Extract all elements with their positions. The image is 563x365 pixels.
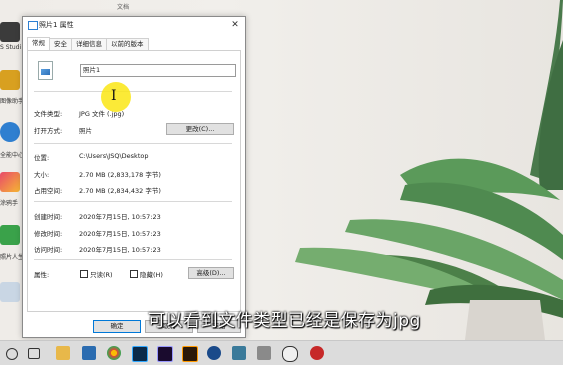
- tab-bar: 常规 安全 详细信息 以前的版本: [27, 37, 149, 50]
- desktop-icon-3[interactable]: [0, 122, 20, 142]
- taskbar: [0, 340, 563, 365]
- close-icon[interactable]: ✕: [229, 19, 241, 31]
- attributes-label: 属性:: [34, 271, 50, 279]
- image-file-icon: [28, 21, 38, 30]
- premiere-icon[interactable]: [157, 346, 173, 362]
- app-icon-gray[interactable]: [257, 346, 271, 360]
- search-icon[interactable]: [6, 348, 18, 360]
- location-value: C:\Users\JSQ\Desktop: [79, 152, 149, 160]
- properties-dialog: 照片1 属性 ✕ 常规 安全 详细信息 以前的版本 照片1 文件类型: JPG …: [22, 16, 246, 338]
- readonly-checkbox[interactable]: [80, 270, 88, 278]
- disk-size-label: 占用空间:: [34, 187, 63, 195]
- desktop-icon-column: S Studi 图像助手 全能中心 涂鸦手 照片人生中: [0, 0, 22, 340]
- desktop-icon-label: 照片人生中: [0, 254, 22, 261]
- created-label: 创建时间:: [34, 213, 63, 221]
- file-type-label: 文件类型:: [34, 110, 63, 118]
- ok-button[interactable]: 确定: [93, 320, 141, 333]
- change-button[interactable]: 更改(C)...: [166, 123, 234, 135]
- general-panel: 照片1 文件类型: JPG 文件 (.jpg) 打开方式: 照片 更改(C)..…: [27, 50, 241, 312]
- modified-value: 2020年7月15日, 10:57:23: [79, 230, 161, 238]
- text-cursor-icon: Ⅰ: [111, 88, 117, 104]
- accessed-value: 2020年7月15日, 10:57:23: [79, 246, 161, 254]
- tab-general[interactable]: 常规: [27, 37, 50, 50]
- desktop-icon-6[interactable]: [0, 282, 20, 302]
- accessed-label: 访问时间:: [34, 246, 63, 254]
- jpg-file-icon: [38, 61, 53, 80]
- divider: [34, 91, 232, 92]
- tab-details[interactable]: 详细信息: [71, 38, 107, 50]
- open-with-label: 打开方式:: [34, 127, 63, 135]
- video-subtitle: 可以看到文件类型已经是保存为jpg: [148, 311, 421, 331]
- app-icon-circle[interactable]: [207, 346, 221, 360]
- dialog-title: 照片1 属性: [39, 21, 74, 29]
- hidden-checkbox[interactable]: [130, 270, 138, 278]
- dialog-titlebar[interactable]: 照片1 属性 ✕: [23, 17, 245, 33]
- desktop-icon-label: 涂鸦手: [0, 200, 19, 207]
- disk-size-value: 2.70 MB (2,834,432 字节): [79, 187, 161, 195]
- modified-label: 修改时间:: [34, 230, 63, 238]
- task-view-icon[interactable]: [28, 348, 40, 359]
- photoshop-icon[interactable]: [132, 346, 148, 362]
- desktop-icon-1[interactable]: [0, 22, 20, 42]
- app-icon-teal[interactable]: [232, 346, 246, 360]
- size-value: 2.70 MB (2,833,178 字节): [79, 171, 161, 179]
- created-value: 2020年7月15日, 10:57:23: [79, 213, 161, 221]
- record-icon[interactable]: [310, 346, 324, 360]
- size-label: 大小:: [34, 171, 50, 179]
- hidden-label: 隐藏(H): [140, 271, 163, 279]
- open-with-value: 照片: [79, 127, 92, 135]
- tab-security[interactable]: 安全: [49, 38, 72, 50]
- desktop-top-label: 文档: [117, 4, 130, 11]
- filename-input[interactable]: 照片1: [80, 64, 236, 77]
- illustrator-icon[interactable]: [182, 346, 198, 362]
- desktop-icon-4[interactable]: [0, 172, 20, 192]
- file-explorer-icon[interactable]: [56, 346, 70, 360]
- divider: [34, 259, 232, 260]
- desktop-icon-label: 图像助手: [0, 98, 22, 105]
- desktop-icon-5[interactable]: [0, 225, 20, 245]
- app-icon-exclaim[interactable]: [282, 346, 298, 362]
- desktop-icon-2[interactable]: [0, 70, 20, 90]
- tab-previous-versions[interactable]: 以前的版本: [106, 38, 149, 50]
- app-icon-blue[interactable]: [82, 346, 96, 360]
- chrome-icon[interactable]: [107, 346, 121, 360]
- location-label: 位置:: [34, 154, 50, 162]
- desktop-icon-label: S Studi: [0, 44, 22, 51]
- divider: [34, 143, 232, 144]
- advanced-button[interactable]: 高级(D)...: [188, 267, 234, 279]
- readonly-label: 只读(R): [90, 271, 113, 279]
- desktop-icon-label: 全能中心: [0, 152, 22, 159]
- divider: [34, 201, 232, 202]
